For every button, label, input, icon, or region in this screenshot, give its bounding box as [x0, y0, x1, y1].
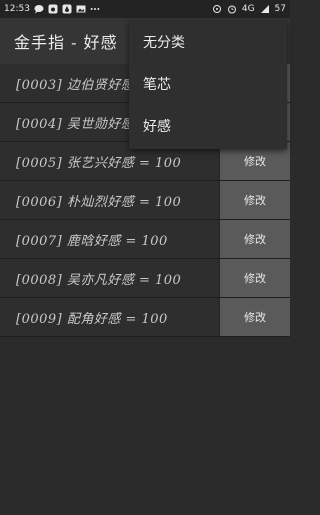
- nfc-icon: [212, 4, 222, 14]
- edit-button[interactable]: 修改: [219, 181, 290, 219]
- battery-level: 57: [274, 4, 286, 14]
- edit-button[interactable]: 修改: [219, 298, 290, 336]
- menu-item-bixin[interactable]: 笔芯: [129, 63, 287, 105]
- list-item-text[interactable]: [0009] 配角好感 = 100: [0, 298, 219, 336]
- list-item: [0008] 吴亦凡好感 = 100 修改: [0, 259, 290, 298]
- list-item-text[interactable]: [0007] 鹿晗好感 = 100: [0, 220, 219, 258]
- category-menu: 无分类 笔芯 好感: [129, 21, 287, 149]
- drop-icon: [62, 4, 72, 14]
- menu-item-favor[interactable]: 好感: [129, 105, 287, 147]
- edit-button[interactable]: 修改: [219, 220, 290, 258]
- alarm-icon: [227, 4, 237, 14]
- edit-button[interactable]: 修改: [219, 259, 290, 297]
- screen: 12:53 4G 57 金手指 - 好感 [0003] 边伯贤好感 = 100 …: [0, 0, 290, 515]
- list-item-text[interactable]: [0008] 吴亦凡好感 = 100: [0, 259, 219, 297]
- status-bar-right: 4G 57: [212, 4, 286, 14]
- more-dots-icon: [90, 4, 100, 14]
- status-bar: 12:53 4G 57: [0, 0, 290, 18]
- status-bar-left: 12:53: [4, 4, 100, 14]
- status-time: 12:53: [4, 4, 30, 14]
- cloud-icon: [48, 4, 58, 14]
- chat-bubble-icon: [34, 4, 44, 14]
- list-item: [0006] 朴灿烈好感 = 100 修改: [0, 181, 290, 220]
- signal-icon: [260, 4, 270, 14]
- list-item: [0007] 鹿晗好感 = 100 修改: [0, 220, 290, 259]
- list-item-text[interactable]: [0006] 朴灿烈好感 = 100: [0, 181, 219, 219]
- signal-text: 4G: [241, 4, 255, 14]
- menu-item-uncategorized[interactable]: 无分类: [129, 21, 287, 63]
- list-item: [0009] 配角好感 = 100 修改: [0, 298, 290, 337]
- image-icon: [76, 4, 86, 14]
- page-title: 金手指 - 好感: [14, 33, 118, 52]
